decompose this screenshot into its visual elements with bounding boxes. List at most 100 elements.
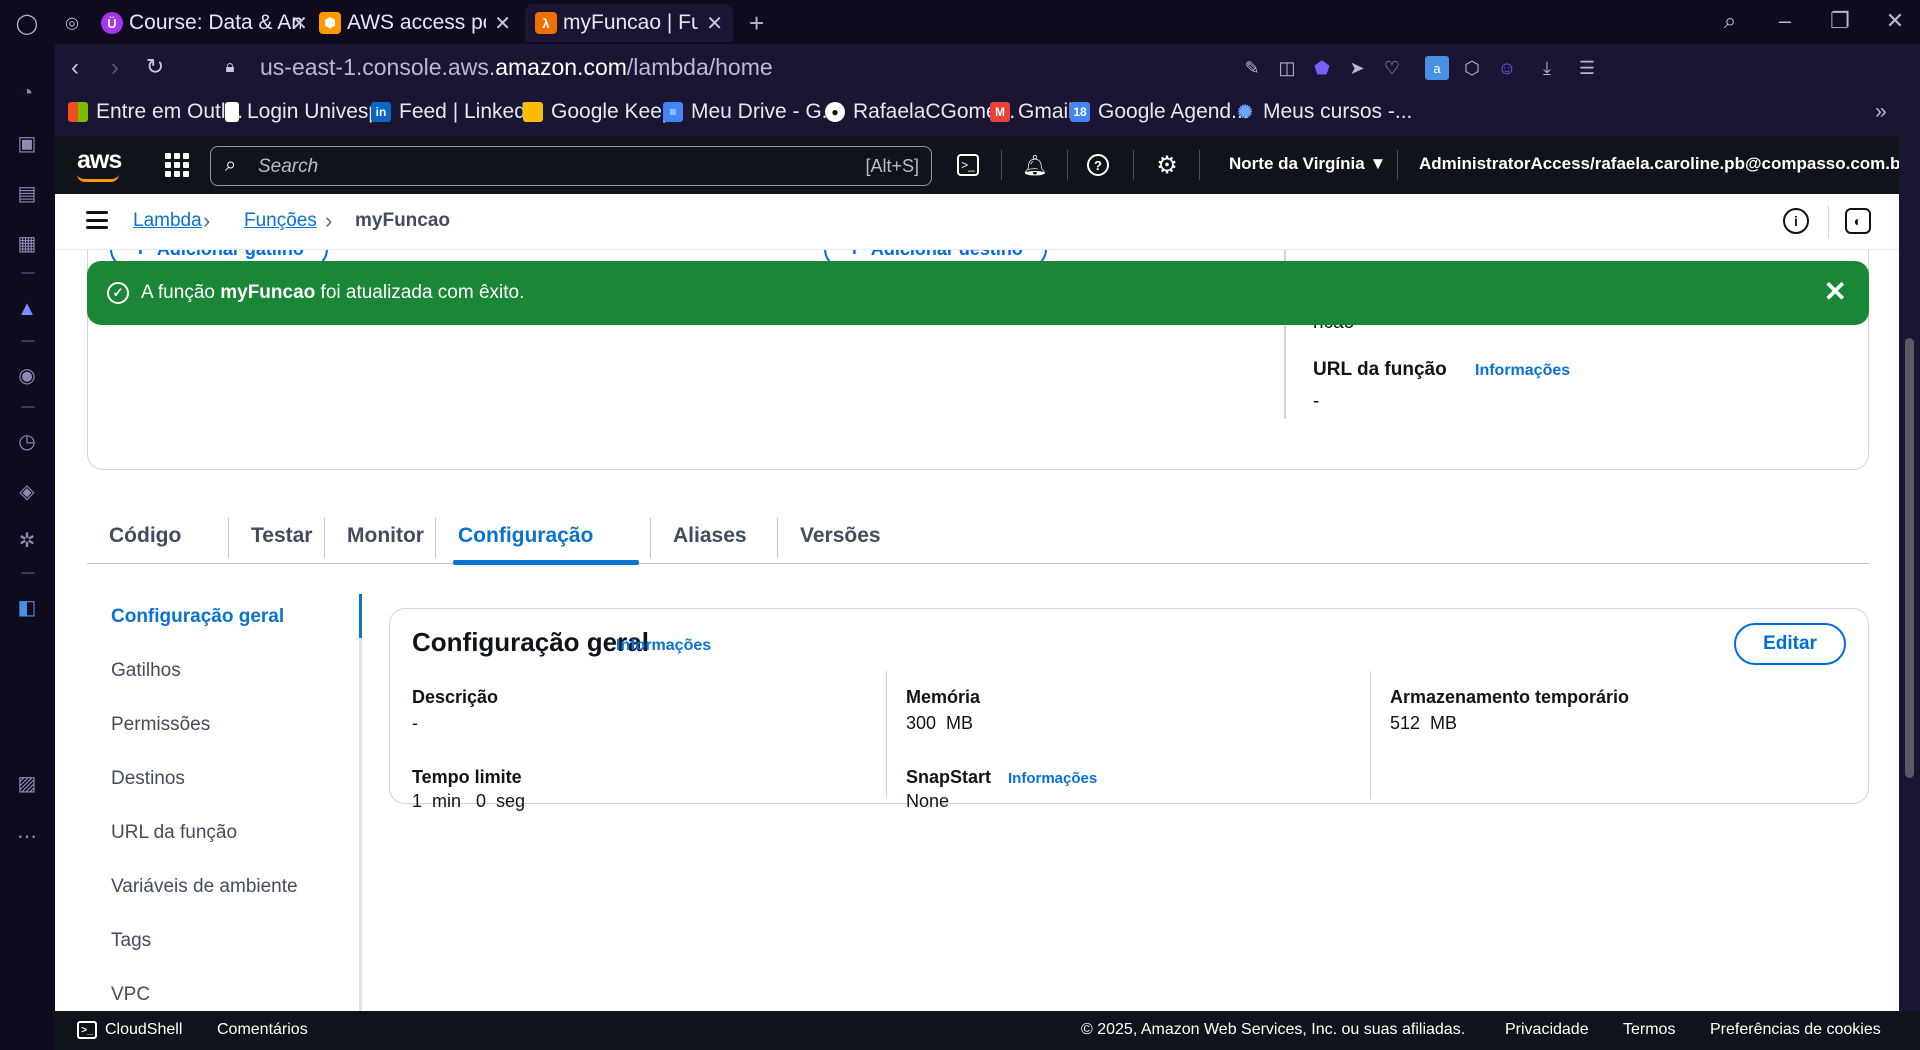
settings-gear-icon[interactable]: ⚙ [1153, 151, 1181, 179]
tab-close-button[interactable]: ✕ [494, 11, 511, 36]
gallery-icon[interactable]: ▨ [14, 770, 40, 796]
bookmarks-overflow-icon[interactable]: » [1875, 100, 1887, 124]
help-icon[interactable]: ? [1087, 154, 1109, 176]
bookmark-keep[interactable]: Google Keep [523, 100, 674, 124]
translate-ext-icon[interactable]: a [1425, 56, 1449, 80]
cloudshell-icon[interactable]: >_ [957, 154, 979, 176]
menu-icon[interactable] [86, 211, 108, 229]
settings-gear-icon[interactable]: ✲ [14, 527, 40, 553]
snapstart-info-link[interactable]: Informações [1008, 770, 1097, 787]
url-field[interactable]: us-east-1.console.aws.amazon.com/lambda/… [260, 54, 773, 81]
aria-icon[interactable]: ▲ [14, 296, 40, 322]
function-url-info-link[interactable]: Informações [1475, 362, 1570, 380]
edit-button[interactable]: Editar [1734, 623, 1846, 665]
breadcrumb-lambda[interactable]: Lambda [133, 210, 202, 232]
tab-test[interactable]: Testar [251, 514, 312, 564]
bookmark-label: Login Univesp [247, 100, 381, 123]
feedback-link[interactable]: Comentários [217, 1021, 308, 1039]
tab-configuration[interactable]: Configuração [458, 514, 593, 564]
terms-link[interactable]: Termos [1623, 1021, 1675, 1039]
function-overview-card: +Adicionar gatilho +Adicionar destino nc… [87, 218, 1869, 470]
info-icon[interactable]: i [1783, 208, 1809, 234]
config-nav-triggers[interactable]: Gatilhos [111, 660, 181, 682]
tab-title: Course: Data & Anal [129, 11, 301, 34]
vpn-shield-icon[interactable]: ⬟ [1310, 56, 1334, 80]
history-icon[interactable]: ◷ [14, 428, 40, 454]
keep-icon [523, 102, 543, 122]
sidebar-divider [21, 406, 35, 408]
bookmark-univesp[interactable]: Login Univesp [225, 100, 380, 124]
config-nav-tags[interactable]: Tags [111, 930, 151, 952]
page-scrollbar[interactable] [1899, 136, 1920, 1011]
tab-versions[interactable]: Versões [800, 514, 881, 564]
config-nav-function-url[interactable]: URL da função [111, 822, 237, 844]
speed-dial-icon[interactable]: ◔ [14, 80, 40, 106]
config-nav-permissions[interactable]: Permissões [111, 714, 210, 736]
scrollbar-thumb[interactable] [1905, 338, 1914, 778]
gamepad-icon[interactable]: ◎ [55, 4, 85, 42]
tutorial-icon[interactable]: ◐ [1845, 208, 1871, 234]
config-nav-destinations[interactable]: Destinos [111, 768, 185, 790]
timeout-label: Tempo limite [412, 767, 522, 787]
player-icon[interactable]: ◉ [14, 362, 40, 388]
bookmark-outlook[interactable]: Entre em Outl... [68, 100, 243, 124]
search-input[interactable]: ⌕ Search [Alt+S] [210, 146, 932, 186]
profile-icon[interactable]: ☺ [1495, 56, 1519, 80]
function-url-label: URL da função [1313, 359, 1447, 380]
forward-icon[interactable]: › [100, 54, 130, 82]
reload-icon[interactable]: ↻ [140, 54, 170, 80]
edit-page-icon[interactable]: ✎ [1240, 56, 1264, 80]
tab-close-button[interactable]: ✕ [706, 11, 723, 36]
more-options-icon[interactable]: ⋯ [14, 823, 40, 849]
breadcrumb-functions[interactable]: Funções [244, 210, 317, 232]
aws-logo[interactable]: aws [77, 146, 122, 182]
bell-icon[interactable]: 🔔︎ [1021, 151, 1049, 179]
cloudshell-link[interactable]: CloudShell [105, 1021, 182, 1039]
bookmark-github[interactable]: ● RafaelaCGome... [825, 100, 1015, 124]
extension-cube-icon[interactable]: ⬡ [1460, 56, 1484, 80]
bookmark-linkedin[interactable]: in Feed | LinkedIn [371, 100, 543, 124]
heart-icon[interactable]: ♡ [1380, 56, 1404, 80]
new-tab-button[interactable]: + [739, 4, 773, 42]
download-icon[interactable]: ⤓ [1535, 56, 1559, 80]
lock-icon[interactable]: 🔒︎ [215, 57, 245, 77]
check-circle-icon: ✓ [107, 282, 129, 304]
extensions-cube-icon[interactable]: ◈ [14, 478, 40, 504]
bookmarks-bar: Entre em Outl... Login Univesp in Feed | … [55, 92, 1920, 136]
send-icon[interactable]: ➤ [1345, 56, 1369, 80]
tab-lambda[interactable]: λ myFuncao | Funções ✕ [525, 4, 733, 42]
tab-monitor[interactable]: Monitor [347, 514, 424, 564]
memory-label: Memória [906, 687, 981, 707]
tab-code[interactable]: Código [109, 514, 181, 564]
privacy-link[interactable]: Privacidade [1505, 1021, 1589, 1039]
config-nav-general[interactable]: Configuração geral [111, 606, 284, 628]
workspace-icon[interactable]: ▣ [14, 130, 40, 156]
bookmark-courses[interactable]: ✺ Meus cursos -... [1235, 100, 1412, 124]
opera-logo-icon[interactable]: ◯ [14, 10, 40, 36]
tab-aliases[interactable]: Aliases [673, 514, 747, 564]
config-nav-vpc[interactable]: VPC [111, 984, 150, 1006]
minimize-icon[interactable]: – [1770, 8, 1800, 34]
cloudshell-icon[interactable]: >_ [77, 1021, 97, 1039]
account-menu[interactable]: AdministratorAccess/rafaela.caroline.pb@… [1419, 154, 1920, 174]
region-selector[interactable]: Norte da Virgínia ▼ [1229, 154, 1386, 174]
general-config-info-link[interactable]: Informações [616, 637, 711, 655]
tab-course[interactable]: Ü Course: Data & Anal [91, 4, 301, 42]
translate-icon[interactable]: ◧ [14, 594, 40, 620]
bookmark-gmail[interactable]: M Gmail [990, 100, 1073, 124]
easy-setup-icon[interactable]: ☰ [1575, 56, 1599, 80]
bookmark-calendar[interactable]: 18 Google Agend... [1070, 100, 1249, 124]
config-nav-env-vars[interactable]: Variáveis de ambiente [111, 876, 298, 898]
close-window-icon[interactable]: ✕ [1880, 8, 1910, 34]
restore-icon[interactable]: ❐ [1825, 8, 1855, 34]
tab-aws-portal[interactable]: ⬢ AWS access portal ✕ [309, 4, 521, 42]
dismiss-flash-button[interactable]: ✕ [1824, 275, 1847, 308]
ai-chip-icon[interactable]: ▦ [14, 230, 40, 256]
bookmark-drive[interactable]: ≡ Meu Drive - G... [663, 100, 839, 124]
cookie-preferences-link[interactable]: Preferências de cookies [1710, 1021, 1881, 1039]
tab-search-icon[interactable]: ⌕ [1715, 8, 1745, 34]
camera-icon[interactable]: ◫ [1275, 56, 1299, 80]
back-icon[interactable]: ‹ [60, 54, 90, 82]
twitch-icon[interactable]: ▤ [14, 180, 40, 206]
services-grid-icon[interactable] [165, 153, 189, 177]
